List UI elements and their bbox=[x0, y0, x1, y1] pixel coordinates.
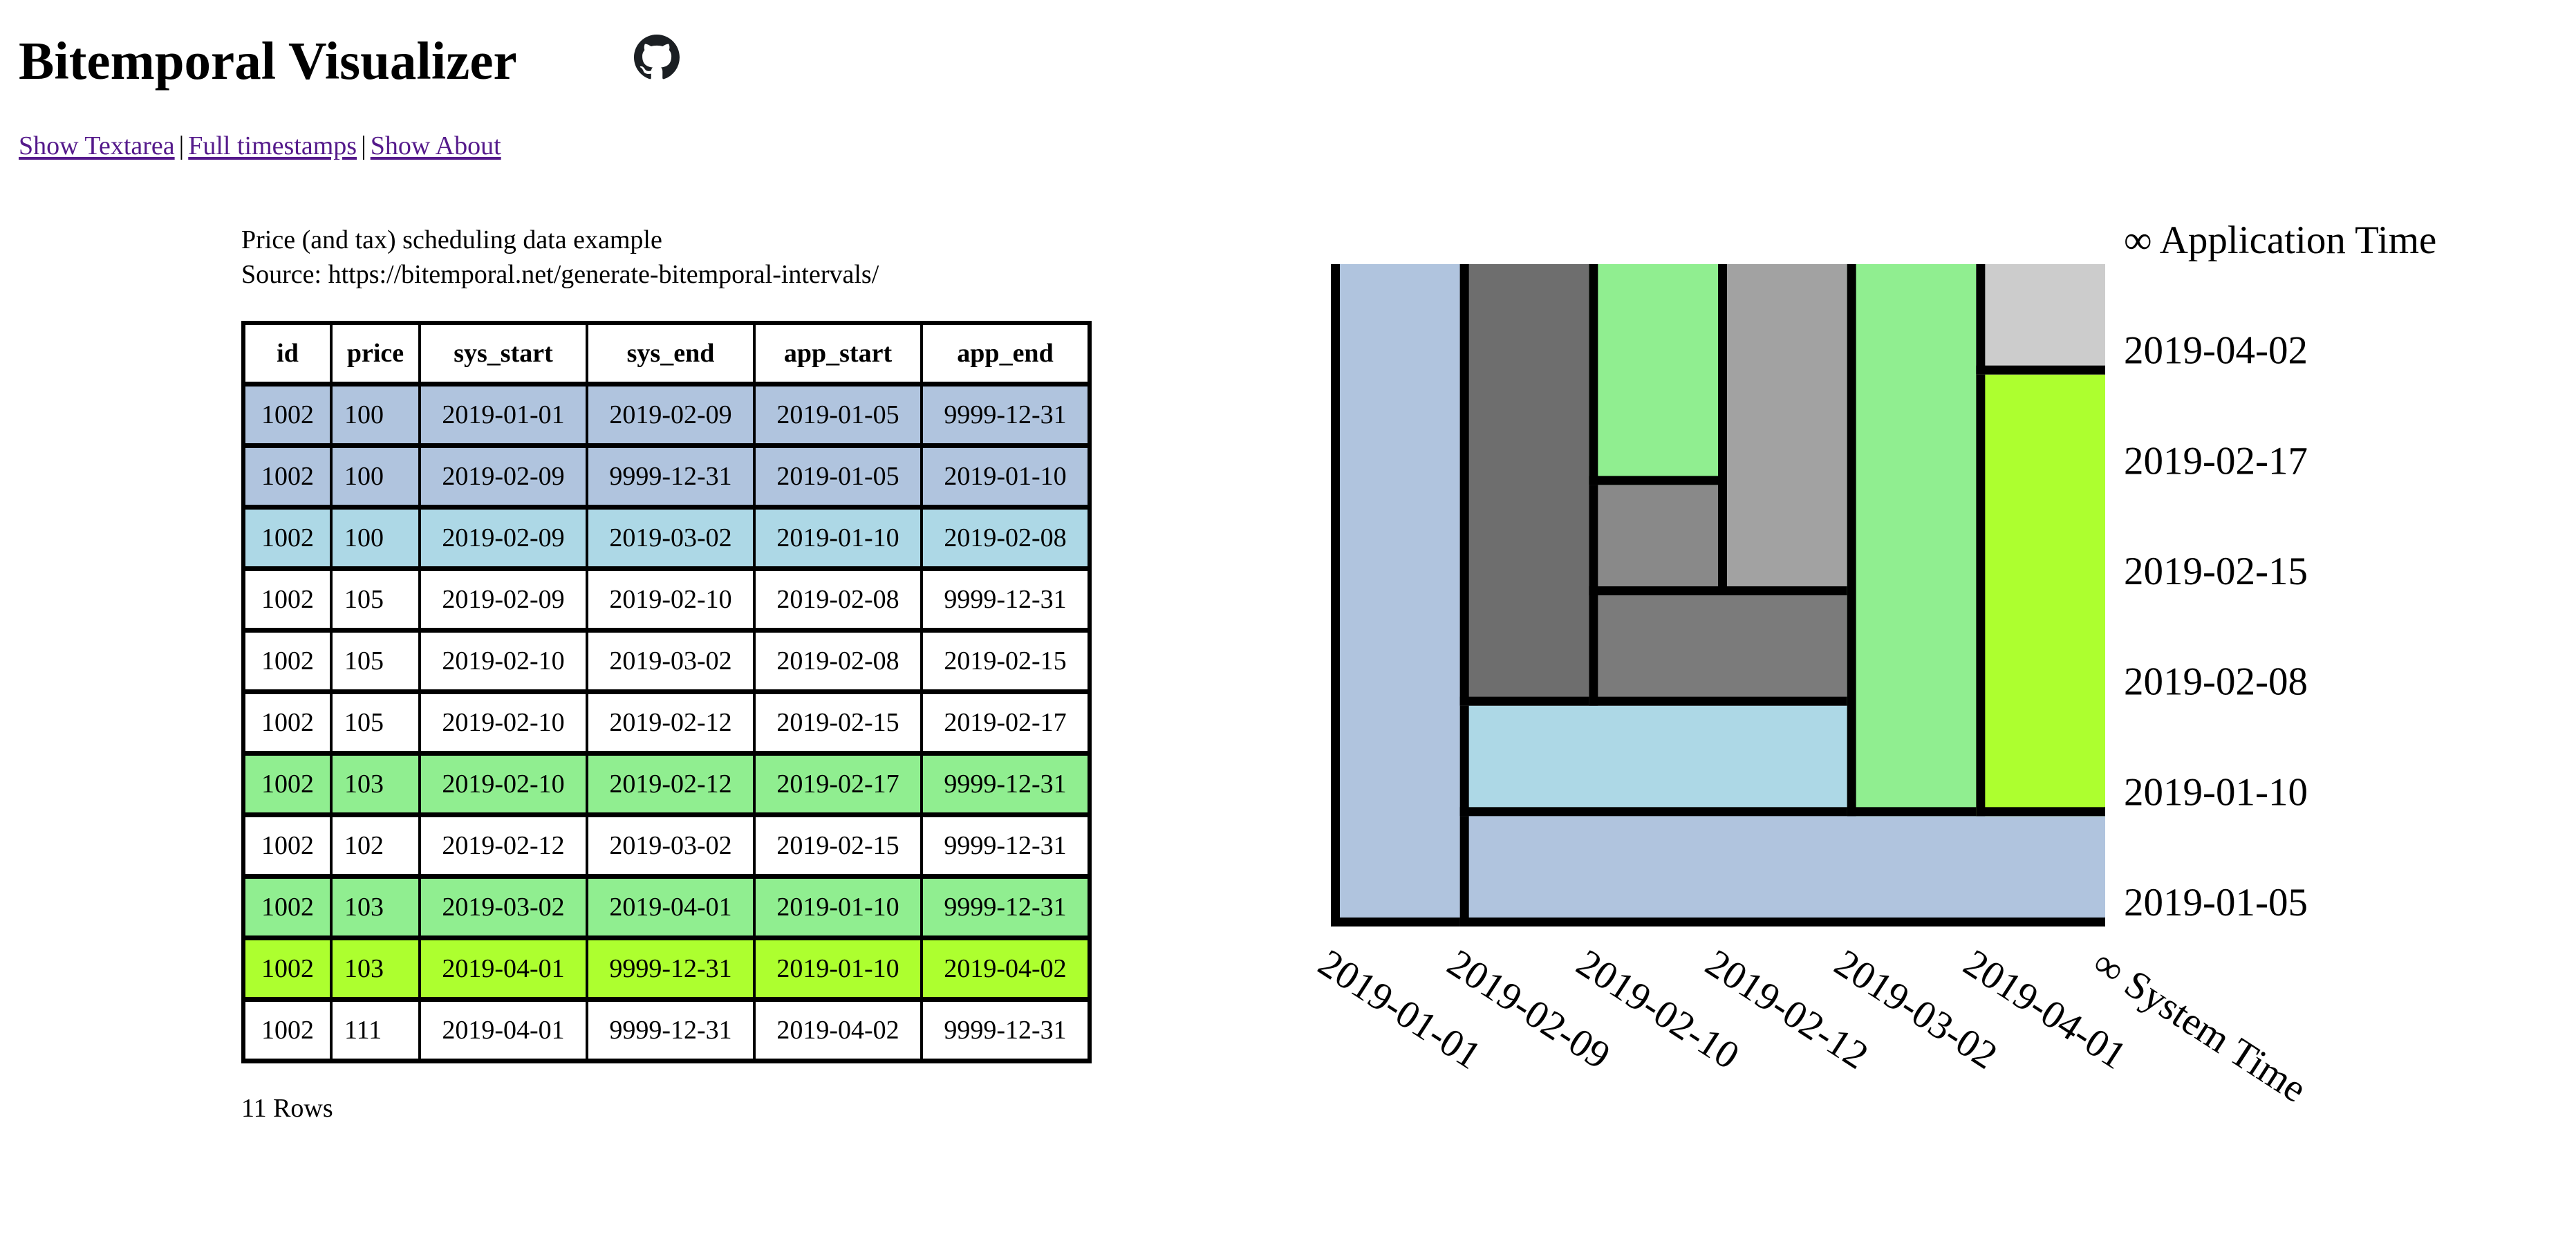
interval-bottom-border bbox=[1976, 807, 2105, 817]
interval-rect bbox=[1589, 485, 1718, 595]
interval-rect bbox=[1459, 705, 1847, 817]
y-tick-label: 2019-01-05 bbox=[2124, 881, 2308, 924]
interval-left-border bbox=[1459, 705, 1469, 817]
interval-bottom-border bbox=[1976, 365, 2105, 375]
interval-left-border bbox=[1589, 264, 1598, 485]
interval-rect bbox=[1589, 595, 1847, 706]
interval-left-border bbox=[1718, 264, 1727, 595]
interval-rect bbox=[1459, 264, 1589, 706]
interval-bottom-border bbox=[1459, 918, 2105, 927]
interval-fill bbox=[1589, 595, 1847, 706]
y-tick-label: 2019-01-10 bbox=[2124, 770, 2308, 814]
interval-fill bbox=[1459, 705, 1847, 817]
interval-bottom-border bbox=[1331, 918, 1460, 927]
interval-left-border bbox=[1589, 595, 1598, 706]
interval-left-border bbox=[1589, 485, 1598, 595]
interval-fill bbox=[1976, 374, 2105, 817]
interval-rect bbox=[1847, 264, 1977, 817]
interval-fill bbox=[1459, 816, 2105, 927]
interval-bottom-border bbox=[1589, 696, 1847, 706]
bitemporal-chart: 2019-01-05 2019-01-10 2019-02-08 2019-02-15… bbox=[1311, 218, 2436, 1111]
interval-bottom-border bbox=[1718, 586, 1847, 595]
interval-fill bbox=[1331, 264, 1460, 927]
interval-rect bbox=[1976, 374, 2105, 817]
interval-left-border bbox=[1331, 264, 1340, 927]
interval-left-border bbox=[1976, 374, 1986, 817]
interval-left-border bbox=[1976, 264, 1986, 375]
interval-left-border bbox=[1459, 264, 1469, 706]
y-axis-labels: 2019-01-05 2019-01-10 2019-02-08 2019-02-15… bbox=[2124, 218, 2436, 924]
interval-left-border bbox=[1459, 816, 1469, 927]
interval-fill bbox=[1589, 264, 1718, 485]
x-axis-title: ∞ System Time bbox=[2085, 941, 2314, 1111]
interval-fill bbox=[1589, 485, 1718, 595]
interval-bottom-border bbox=[1589, 586, 1718, 595]
interval-rect bbox=[1718, 264, 1847, 595]
interval-fill bbox=[1847, 264, 1977, 817]
interval-bottom-border bbox=[1459, 696, 1589, 706]
x-axis-labels: 2019-01-012019-02-092019-02-102019-02-12… bbox=[1311, 941, 2314, 1111]
interval-rect bbox=[1589, 264, 1718, 485]
interval-rect bbox=[1976, 264, 2105, 375]
interval-left-border bbox=[1847, 264, 1856, 817]
y-axis-title: ∞ Application Time bbox=[2124, 218, 2436, 262]
chart-rectangles bbox=[1331, 264, 2105, 927]
interval-bottom-border bbox=[1847, 807, 1977, 817]
y-tick-label: 2019-02-08 bbox=[2124, 660, 2308, 704]
y-tick-label: 2019-02-17 bbox=[2124, 439, 2308, 483]
y-tick-label: 2019-02-15 bbox=[2124, 550, 2308, 593]
interval-fill bbox=[1459, 264, 1589, 706]
interval-rect bbox=[1331, 264, 1460, 927]
interval-bottom-border bbox=[1459, 807, 1847, 817]
interval-fill bbox=[1976, 264, 2105, 375]
interval-fill bbox=[1718, 264, 1847, 595]
y-tick-label: 2019-04-02 bbox=[2124, 329, 2308, 373]
interval-bottom-border bbox=[1589, 476, 1718, 485]
interval-rect bbox=[1459, 816, 2105, 927]
